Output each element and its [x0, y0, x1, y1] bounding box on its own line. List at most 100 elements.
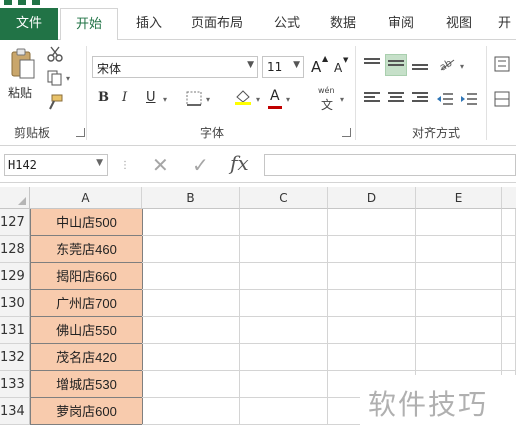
cell-empty[interactable] [416, 290, 502, 317]
enter-formula-icon[interactable]: ✓ [192, 153, 209, 177]
align-left-icon[interactable] [364, 92, 380, 106]
grow-font-button[interactable]: A [311, 58, 321, 76]
cell-empty[interactable] [240, 290, 328, 317]
cell-empty[interactable] [142, 209, 240, 236]
tab-home[interactable]: 开始 [60, 8, 118, 41]
cell-a[interactable]: 萝岗店600 [30, 398, 143, 425]
cancel-formula-icon[interactable]: ✕ [152, 153, 169, 177]
cell-empty[interactable] [502, 317, 516, 344]
row-header[interactable]: 134 [0, 398, 30, 425]
cell-empty[interactable] [416, 209, 502, 236]
row-header[interactable]: 131 [0, 317, 30, 344]
row-header[interactable]: 127 [0, 209, 30, 236]
cell-a[interactable]: 广州店700 [30, 290, 143, 317]
copy-icon[interactable] [46, 70, 64, 86]
cell-empty[interactable] [328, 209, 416, 236]
cell-empty[interactable] [240, 398, 328, 425]
row-header[interactable]: 132 [0, 344, 30, 371]
cell-empty[interactable] [142, 236, 240, 263]
cell-empty[interactable] [502, 290, 516, 317]
copy-dropdown-icon[interactable]: ▾ [66, 74, 70, 83]
shrink-font-button[interactable]: A [334, 61, 342, 75]
font-color-button[interactable]: A [270, 88, 280, 104]
formula-input[interactable] [264, 154, 516, 176]
row-header[interactable]: 133 [0, 371, 30, 398]
cell-empty[interactable] [328, 317, 416, 344]
font-color-dropdown-icon[interactable]: ▾ [286, 95, 290, 104]
bottom-align-icon[interactable] [412, 64, 428, 78]
fill-color-icon[interactable] [234, 89, 252, 105]
borders-icon[interactable] [186, 91, 204, 107]
decrease-indent-icon[interactable] [436, 91, 454, 107]
cell-a[interactable]: 佛山店550 [30, 317, 143, 344]
font-launcher-icon[interactable] [342, 128, 351, 137]
cell-empty[interactable] [416, 317, 502, 344]
phonetic-guide-pinyin[interactable]: wén [318, 86, 335, 95]
cell-empty[interactable] [240, 263, 328, 290]
insert-function-button[interactable]: fx [230, 151, 249, 175]
select-all-button[interactable] [0, 187, 30, 209]
orientation-icon[interactable]: ab [438, 56, 456, 72]
column-header-f-partial[interactable] [502, 187, 516, 209]
column-header-d[interactable]: D [328, 187, 416, 209]
name-box[interactable]: H142 ▼ [4, 154, 108, 176]
cell-empty[interactable] [142, 398, 240, 425]
cell-empty[interactable] [416, 344, 502, 371]
cell-empty[interactable] [502, 263, 516, 290]
row-header[interactable]: 130 [0, 290, 30, 317]
row-header[interactable]: 128 [0, 236, 30, 263]
cell-empty[interactable] [328, 344, 416, 371]
format-painter-icon[interactable] [46, 94, 64, 110]
underline-button[interactable]: U [146, 90, 156, 105]
column-header-e[interactable]: E [416, 187, 502, 209]
paste-button-label[interactable]: 粘贴 [8, 84, 32, 101]
column-header-c[interactable]: C [240, 187, 328, 209]
top-align-icon[interactable] [364, 58, 380, 72]
phonetic-dropdown-icon[interactable]: ▾ [340, 95, 344, 104]
formula-bar-grip-icon[interactable]: ⋮ [120, 160, 130, 171]
cell-empty[interactable] [328, 236, 416, 263]
tab-page-layout[interactable]: 页面布局 [186, 8, 248, 40]
increase-indent-icon[interactable] [460, 91, 478, 107]
bold-button[interactable]: B [98, 90, 109, 105]
column-header-b[interactable]: B [142, 187, 240, 209]
italic-button[interactable]: I [122, 90, 127, 105]
cut-icon[interactable] [46, 46, 64, 62]
cell-empty[interactable] [142, 290, 240, 317]
cell-empty[interactable] [502, 236, 516, 263]
underline-dropdown-icon[interactable]: ▾ [163, 95, 167, 104]
tab-review[interactable]: 审阅 [384, 8, 418, 40]
tab-view[interactable]: 视图 [442, 8, 476, 40]
paste-icon[interactable] [10, 48, 36, 80]
wrap-text-icon[interactable] [494, 56, 512, 72]
middle-align-icon[interactable] [388, 60, 404, 74]
align-right-icon[interactable] [412, 92, 428, 106]
tab-insert[interactable]: 插入 [132, 8, 166, 40]
fill-color-dropdown-icon[interactable]: ▾ [256, 95, 260, 104]
merge-center-icon[interactable] [494, 91, 512, 107]
tab-file[interactable]: 文件 [0, 8, 58, 40]
borders-dropdown-icon[interactable]: ▾ [206, 95, 210, 104]
font-size-select[interactable]: 11 ▼ [262, 56, 304, 78]
cell-empty[interactable] [328, 290, 416, 317]
cell-a[interactable]: 增城店530 [30, 371, 143, 398]
row-header[interactable]: 129 [0, 263, 30, 290]
cell-empty[interactable] [142, 263, 240, 290]
cell-a[interactable]: 中山店500 [30, 209, 143, 236]
clipboard-launcher-icon[interactable] [76, 128, 85, 137]
cell-empty[interactable] [502, 344, 516, 371]
font-name-select[interactable]: 宋体 ▼ [92, 56, 258, 78]
tab-data[interactable]: 数据 [326, 8, 360, 40]
cell-empty[interactable] [142, 317, 240, 344]
phonetic-guide-char[interactable]: 文 [321, 96, 333, 113]
cell-empty[interactable] [416, 236, 502, 263]
cell-a[interactable]: 茂名店420 [30, 344, 143, 371]
cell-empty[interactable] [240, 209, 328, 236]
tab-developer-partial[interactable]: 开 [498, 8, 516, 40]
cell-empty[interactable] [240, 371, 328, 398]
cell-empty[interactable] [328, 263, 416, 290]
tab-formulas[interactable]: 公式 [270, 8, 304, 40]
cell-empty[interactable] [416, 263, 502, 290]
column-header-a[interactable]: A [30, 187, 142, 209]
cell-a[interactable]: 东莞店460 [30, 236, 143, 263]
